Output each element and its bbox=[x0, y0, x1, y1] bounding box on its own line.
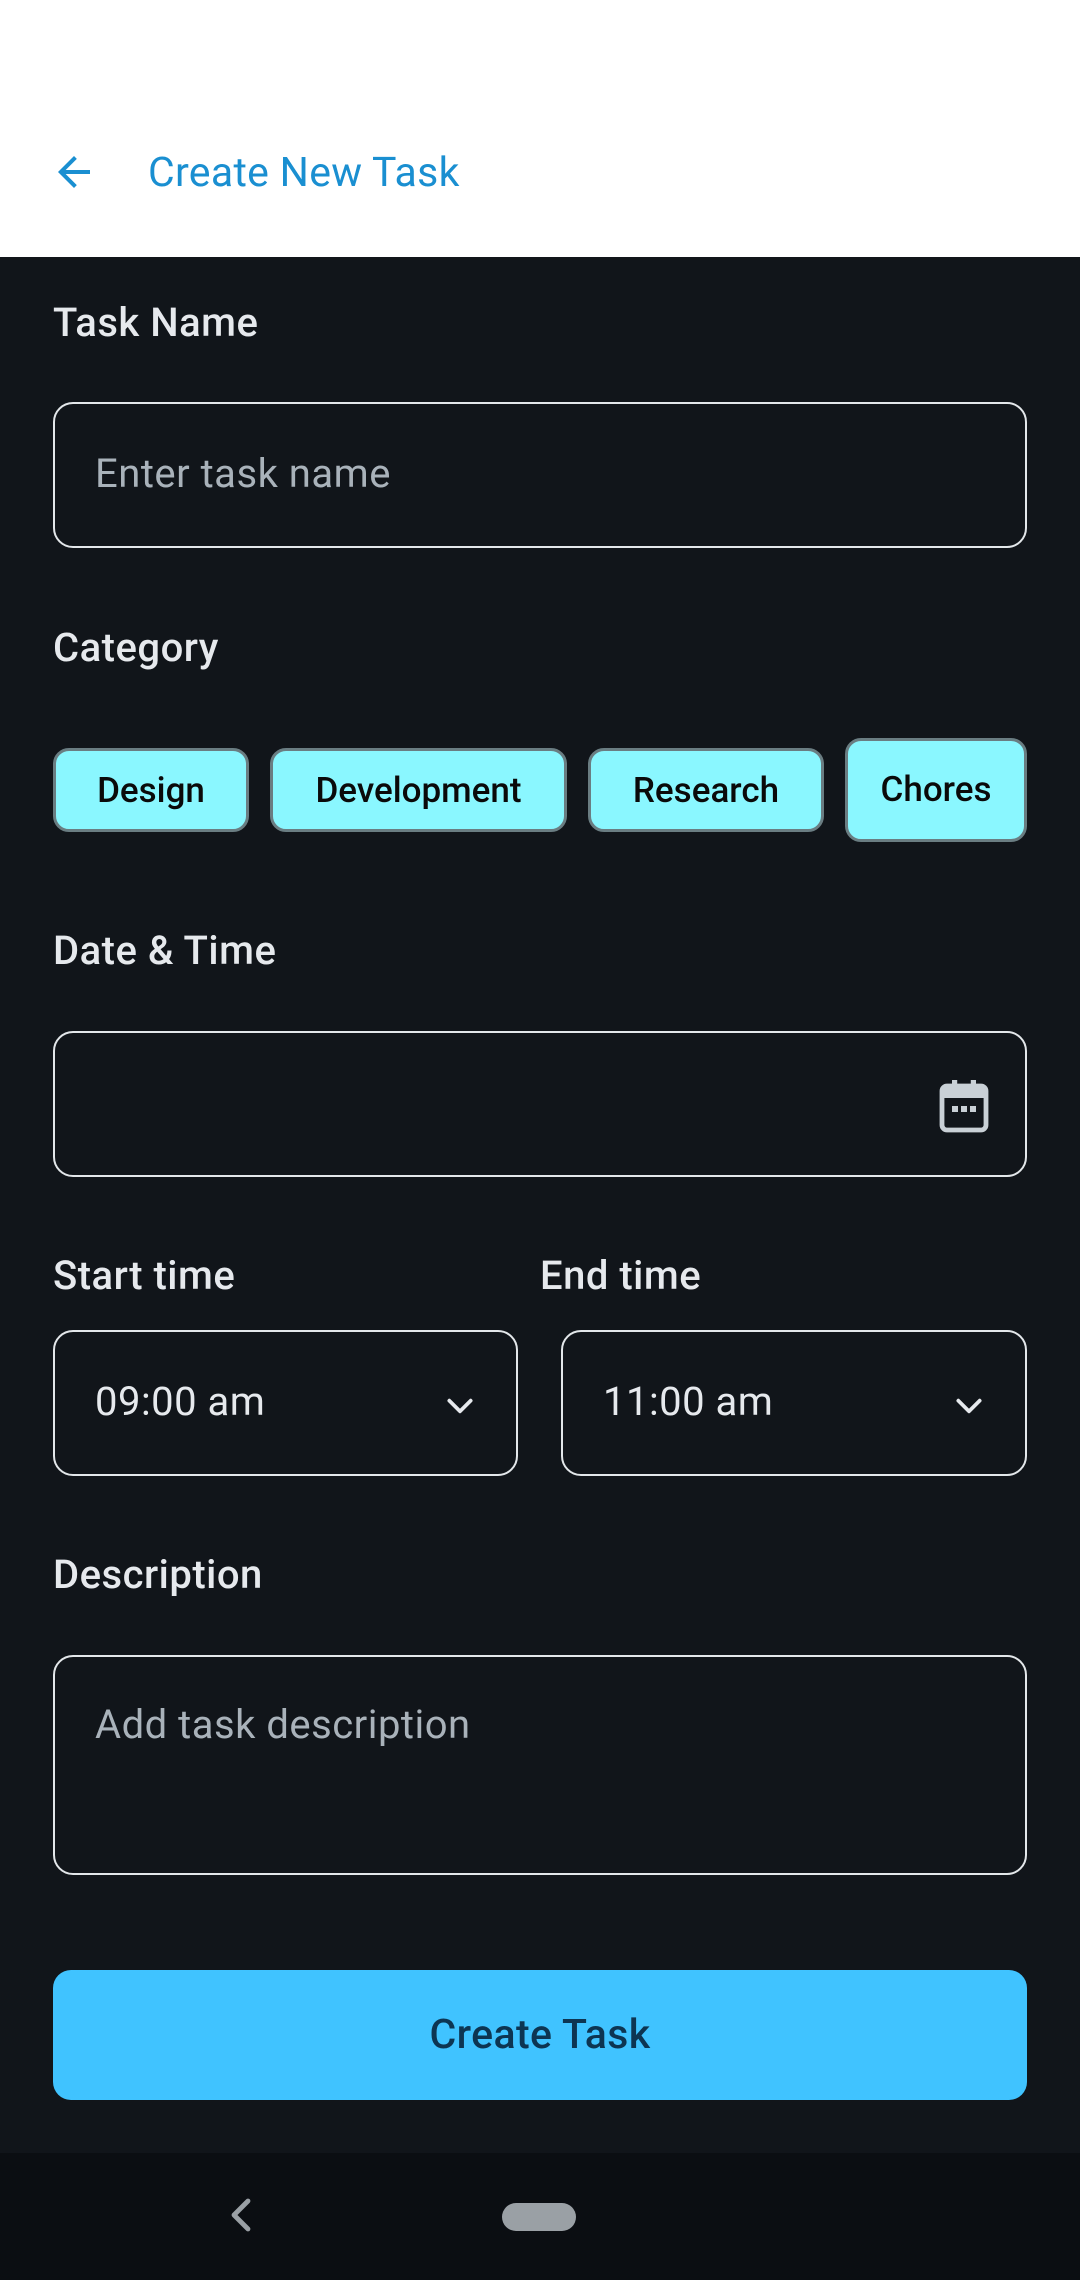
description-placeholder: Add task description bbox=[95, 1701, 471, 1748]
category-chip-development[interactable]: Development bbox=[270, 748, 567, 832]
task-name-placeholder: Enter task name bbox=[95, 450, 391, 497]
chevron-down-icon bbox=[447, 1398, 473, 1414]
end-time-label: End time bbox=[540, 1252, 702, 1299]
end-time-value: 11:00 am bbox=[603, 1378, 774, 1425]
description-label: Description bbox=[53, 1551, 263, 1598]
start-time-label: Start time bbox=[53, 1252, 236, 1299]
category-chip-design[interactable]: Design bbox=[53, 748, 249, 832]
task-name-label: Task Name bbox=[53, 299, 259, 346]
task-name-input[interactable]: Enter task name bbox=[53, 402, 1027, 548]
create-task-button[interactable]: Create Task bbox=[53, 1970, 1027, 2100]
app-bar: Create New Task bbox=[0, 0, 1080, 257]
description-textarea[interactable]: Add task description bbox=[53, 1655, 1027, 1875]
category-chip-chores[interactable]: Chores bbox=[845, 738, 1027, 842]
start-time-value: 09:00 am bbox=[95, 1378, 266, 1425]
category-label: Category bbox=[53, 624, 219, 671]
end-time-select[interactable]: 11:00 am bbox=[561, 1330, 1027, 1476]
start-time-select[interactable]: 09:00 am bbox=[53, 1330, 518, 1476]
date-picker-field[interactable] bbox=[53, 1031, 1027, 1177]
calendar-icon[interactable] bbox=[938, 1078, 990, 1134]
nav-home-pill[interactable] bbox=[502, 2203, 576, 2231]
chevron-down-icon bbox=[956, 1398, 982, 1414]
nav-back-icon[interactable] bbox=[226, 2195, 256, 2235]
category-chip-research[interactable]: Research bbox=[588, 748, 824, 832]
arrow-back-icon bbox=[58, 156, 90, 188]
back-button[interactable] bbox=[44, 142, 104, 202]
date-time-label: Date & Time bbox=[53, 927, 277, 974]
page-title: Create New Task bbox=[148, 149, 460, 197]
